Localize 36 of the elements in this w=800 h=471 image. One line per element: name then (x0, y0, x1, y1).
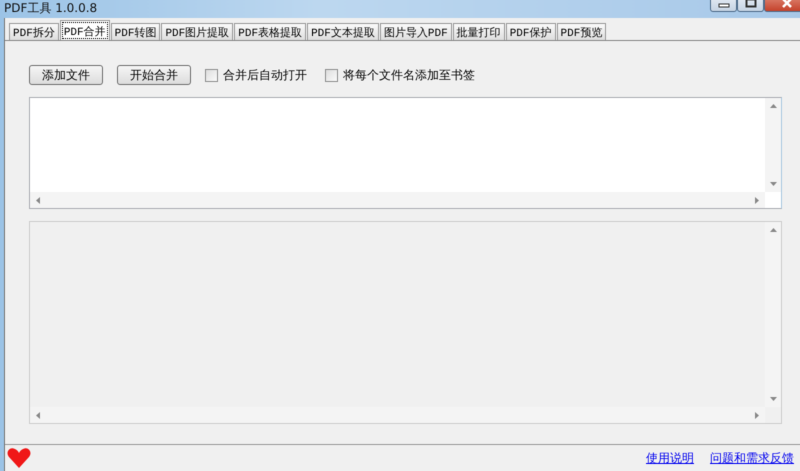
checkbox-label: 将每个文件名添加至书签 (343, 66, 475, 84)
checkbox[interactable] (325, 68, 338, 82)
checkbox[interactable] (205, 68, 218, 82)
checkbox-label: 合并后自动打开 (223, 66, 307, 84)
scroll-left-icon (36, 196, 40, 204)
tab[interactable]: 图片导入PDF (380, 23, 452, 40)
log-area[interactable] (29, 221, 782, 424)
maximize-icon (744, 0, 756, 8)
scroll-down-icon (770, 182, 776, 186)
tab[interactable]: PDF文本提取 (307, 23, 379, 40)
tab[interactable]: PDF保护 (506, 23, 556, 40)
scroll-up-icon (770, 104, 776, 108)
help-link[interactable]: 问题和需求反馈 (710, 450, 794, 466)
scroll-up-icon (770, 228, 776, 232)
tab[interactable]: PDF图片提取 (161, 23, 234, 40)
file-list[interactable] (29, 97, 782, 209)
scroll-right-icon (755, 412, 759, 418)
scroll-right-icon (755, 196, 759, 204)
scroll-left-icon (36, 412, 40, 418)
window-title: PDF工具 1.0.0.8 (3, 1, 98, 15)
vertical-scrollbar[interactable] (765, 98, 781, 192)
help-link[interactable]: 使用说明 (646, 450, 694, 466)
tab[interactable]: PDF合并 (60, 20, 110, 41)
action-button[interactable]: 开始合并 (117, 65, 191, 85)
tab[interactable]: PDF表格提取 (234, 23, 306, 40)
action-button[interactable]: 添加文件 (29, 65, 103, 85)
tab[interactable]: 批量打印 (452, 23, 505, 40)
tab[interactable]: PDF拆分 (9, 23, 59, 40)
heart-icon (7, 448, 31, 468)
scroll-down-icon (770, 397, 776, 401)
horizontal-scrollbar[interactable] (30, 407, 765, 423)
horizontal-scrollbar[interactable] (30, 192, 765, 208)
tab[interactable]: PDF预览 (556, 23, 606, 40)
close-icon (781, 0, 793, 8)
tab[interactable]: PDF转图 (110, 23, 160, 40)
vertical-scrollbar[interactable] (765, 222, 781, 407)
